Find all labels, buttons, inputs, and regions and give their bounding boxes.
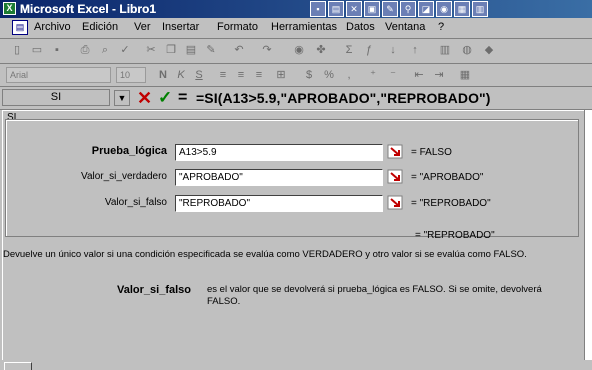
menu-formato[interactable]: Formato	[217, 21, 258, 33]
argument-help-text: es el valor que se devolverá si prueba_l…	[207, 284, 542, 307]
map-icon[interactable]: ◍	[458, 42, 476, 59]
web-icon[interactable]: ✤	[312, 42, 330, 59]
arg-result-valor-si-falso: = "REPROBADO"	[411, 198, 491, 209]
underline-icon[interactable]: S	[190, 67, 208, 84]
minimize-icon[interactable]: ▪	[310, 1, 326, 17]
align-center-icon[interactable]: ≡	[232, 67, 250, 84]
function-icon[interactable]: ƒ	[360, 42, 378, 59]
drawing-icon[interactable]: ◆	[480, 42, 498, 59]
undo-icon[interactable]: ↶	[230, 42, 248, 59]
help-button[interactable]	[4, 362, 32, 370]
align-right-icon[interactable]: ≡	[250, 67, 268, 84]
edit-formula-button[interactable]: =	[178, 87, 187, 109]
arg-input-prueba-logica[interactable]: A13>5.9	[175, 144, 383, 161]
menu-archivo[interactable]: Archivo	[34, 21, 71, 33]
align-left-icon[interactable]: ≡	[214, 67, 232, 84]
currency-icon[interactable]: $	[300, 67, 318, 84]
font-size-select[interactable]: 10	[116, 67, 146, 83]
dialog-button-bar	[0, 360, 592, 370]
italic-icon[interactable]: K	[172, 67, 190, 84]
cut-icon[interactable]: ✂	[142, 42, 160, 59]
formatting-toolbar: Arial 10 N K S ≡ ≡ ≡ ⊞ $ % , ⁺ ⁻ ⇤ ⇥ ▦	[0, 64, 592, 87]
menu-insertar[interactable]: Insertar	[162, 21, 199, 33]
chart-wizard-icon[interactable]: ▥	[436, 42, 454, 59]
borders-icon[interactable]: ▦	[456, 67, 474, 84]
cancel-icon[interactable]: ✕	[137, 87, 152, 109]
argument-help-name: Valor_si_falso	[117, 284, 191, 296]
paste-icon[interactable]: ▤	[182, 42, 200, 59]
arg-label-valor-si-verdadero: Valor_si_verdadero	[81, 171, 167, 182]
title-toolbar-strip: ▪ ▤ ✕ ▣ ✎ ⚲ ◪ ◉ ▦ ▥	[310, 1, 488, 17]
save-icon[interactable]: ▪	[48, 42, 66, 59]
print-icon[interactable]: ⎙	[76, 42, 94, 59]
bold-icon[interactable]: N	[154, 67, 172, 84]
open-icon[interactable]: ▭	[28, 42, 46, 59]
search-icon[interactable]: ⚲	[400, 1, 416, 17]
menu-edicion[interactable]: Edición	[82, 21, 118, 33]
function-description: Devuelve un único valor si una condición…	[3, 249, 527, 260]
arg-label-prueba-logica: Prueba_lógica	[91, 145, 167, 157]
globe-icon[interactable]: ◉	[436, 1, 452, 17]
formula-bar: SI ▼ ✕ ✓ = =SI(A13>5.9,"APROBADO","REPRO…	[0, 87, 592, 110]
window-icon[interactable]: ▣	[364, 1, 380, 17]
arg-input-valor-si-falso[interactable]: "REPROBADO"	[175, 195, 383, 212]
hyperlink-icon[interactable]: ◉	[290, 42, 308, 59]
sort-asc-icon[interactable]: ↓	[384, 42, 402, 59]
title-bar: X Microsoft Excel - Libro1 ▪ ▤ ✕ ▣ ✎ ⚲ ◪…	[0, 0, 592, 18]
note-icon[interactable]: ▦	[454, 1, 470, 17]
window-title: Microsoft Excel - Libro1	[20, 2, 157, 16]
argument-help: Valor_si_falso es el valor que se devolv…	[117, 284, 567, 307]
redo-icon[interactable]: ↷	[258, 42, 276, 59]
font-select[interactable]: Arial	[6, 67, 111, 83]
formula-input[interactable]: =SI(A13>5.9,"APROBADO","REPROBADO")	[196, 90, 491, 106]
increase-decimal-icon[interactable]: ⁺	[364, 67, 382, 84]
menu-ver[interactable]: Ver	[134, 21, 151, 33]
menu-ventana[interactable]: Ventana	[385, 21, 425, 33]
map-icon[interactable]: ◪	[418, 1, 434, 17]
collapse-dialog-icon[interactable]	[387, 169, 405, 186]
function-arguments-dialog: SI Prueba_lógica A13>5.9 = FALSO Valor_s…	[2, 110, 584, 370]
formula-result: = "REPROBADO"	[415, 230, 495, 241]
outdent-icon[interactable]: ⇤	[410, 67, 428, 84]
arg-input-valor-si-verdadero[interactable]: "APROBADO"	[175, 169, 383, 186]
comma-icon[interactable]: ,	[340, 67, 358, 84]
arg-label-valor-si-falso: Valor_si_falso	[104, 197, 167, 208]
chart-icon[interactable]: ▤	[328, 1, 344, 17]
sort-desc-icon[interactable]: ↑	[406, 42, 424, 59]
copy-icon[interactable]: ❐	[162, 42, 180, 59]
menu-datos[interactable]: Datos	[346, 21, 375, 33]
decrease-decimal-icon[interactable]: ⁻	[384, 67, 402, 84]
spelling-icon[interactable]: ✓	[116, 42, 134, 59]
format-painter-icon[interactable]: ✎	[202, 42, 220, 59]
indent-icon[interactable]: ⇥	[430, 67, 448, 84]
drawing-icon[interactable]: ✎	[382, 1, 398, 17]
enter-icon[interactable]: ✓	[158, 87, 172, 109]
menu-help[interactable]: ?	[438, 21, 444, 33]
standard-toolbar: ▯ ▭ ▪ ⎙ ⌕ ✓ ✂ ❐ ▤ ✎ ↶ ↷ ◉ ✤ Σ ƒ ↓ ↑ ▥ ◍ …	[0, 39, 592, 64]
collapse-dialog-icon[interactable]	[387, 195, 405, 212]
workbook-icon[interactable]: ▤	[12, 20, 28, 35]
arg-result-prueba-logica: = FALSO	[411, 147, 452, 158]
percent-icon[interactable]: %	[320, 67, 338, 84]
app-icon[interactable]: ▥	[472, 1, 488, 17]
collapse-dialog-icon[interactable]	[387, 144, 405, 161]
name-box[interactable]: SI	[2, 89, 110, 106]
close-icon[interactable]: ✕	[346, 1, 362, 17]
menu-bar: ▤ Archivo Edición Ver Insertar Formato H…	[0, 18, 592, 39]
worksheet-grid[interactable]	[584, 110, 592, 370]
excel-icon[interactable]: X	[3, 2, 16, 15]
preview-icon[interactable]: ⌕	[96, 42, 114, 59]
autosum-icon[interactable]: Σ	[340, 42, 358, 59]
new-icon[interactable]: ▯	[8, 42, 26, 59]
chevron-down-icon[interactable]: ▼	[114, 90, 130, 106]
merge-icon[interactable]: ⊞	[272, 67, 290, 84]
menu-herramientas[interactable]: Herramientas	[271, 21, 337, 33]
arg-result-valor-si-verdadero: = "APROBADO"	[411, 172, 484, 183]
